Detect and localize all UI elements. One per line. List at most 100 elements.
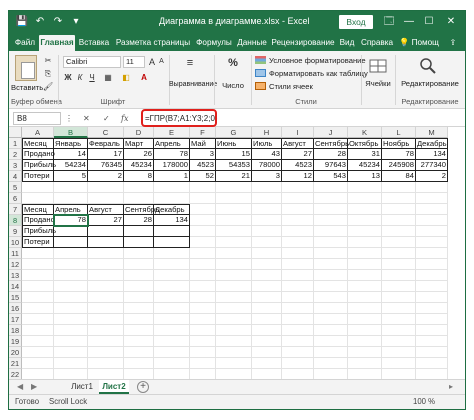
cell-g4[interactable]: 21 [216,171,252,182]
cell-e21[interactable] [154,358,190,369]
horizontal-scrollbar-arrow[interactable]: ▸ [449,382,453,391]
cell-c6[interactable] [88,193,124,204]
bold-icon[interactable]: Ж [63,72,73,84]
paste-icon[interactable] [15,55,37,81]
cell-a16[interactable] [22,303,54,314]
cell-i1[interactable]: Август [282,138,314,149]
cell-k18[interactable] [348,325,382,336]
select-all-corner[interactable] [9,127,22,138]
cell-d5[interactable] [124,182,154,193]
cell-a8[interactable]: Продано [22,215,55,226]
cell-d2[interactable]: 26 [124,149,154,160]
close-icon[interactable]: ✕ [443,14,459,30]
increase-font-icon[interactable]: A [147,56,157,68]
cell-j12[interactable] [314,259,348,270]
cell-j18[interactable] [314,325,348,336]
cell-b7[interactable]: Апрель [54,204,88,215]
cell-f15[interactable] [190,292,216,303]
row-header[interactable]: 20 [9,347,22,358]
cell-i21[interactable] [282,358,314,369]
cell-a9[interactable]: Прибыль [22,226,56,237]
cell-b21[interactable] [54,358,88,369]
tab-help[interactable]: Справка [359,35,395,51]
cell-c17[interactable] [88,314,124,325]
cell-d9[interactable] [124,226,154,237]
cell-h20[interactable] [252,347,282,358]
cell-f1[interactable]: Май [190,138,216,149]
cell-a10[interactable]: Потери [22,237,54,248]
cell-h5[interactable] [252,182,282,193]
cell-a5[interactable] [22,182,54,193]
cell-i11[interactable] [282,248,314,259]
cell-b8[interactable]: 78 [53,214,89,227]
cell-d7[interactable]: Сентябрь [124,204,159,215]
cell-i7[interactable] [282,204,314,215]
cell-k2[interactable]: 31 [348,149,382,160]
cell-m19[interactable] [416,336,448,347]
cell-d3[interactable]: 45234 [124,160,154,171]
cell-d10[interactable] [124,237,154,248]
ribbon-display-icon[interactable]: 🗔 [381,14,397,30]
cell-d6[interactable] [124,193,154,204]
cell-k10[interactable] [348,237,382,248]
cell-b5[interactable] [54,182,88,193]
cell-e18[interactable] [154,325,190,336]
cell-h3[interactable]: 78000 [252,160,282,171]
cell-k21[interactable] [348,358,382,369]
row-header[interactable]: 4 [9,171,22,182]
cell-j3[interactable]: 97643 [314,160,348,171]
row-header[interactable]: 19 [9,336,22,347]
confirm-icon[interactable]: ✓ [103,112,110,125]
cell-l12[interactable] [382,259,416,270]
cell-i8[interactable] [282,215,314,226]
cell-g2[interactable]: 15 [216,149,252,160]
row-header[interactable]: 10 [9,237,22,248]
cell-h9[interactable] [252,226,282,237]
row-header[interactable]: 21 [9,358,22,369]
format-painter-icon[interactable]: 🖌 [43,81,53,93]
row-header[interactable]: 7 [9,204,22,215]
cell-a19[interactable] [22,336,54,347]
cell-f18[interactable] [190,325,216,336]
row-header[interactable]: 11 [9,248,22,259]
cell-d20[interactable] [124,347,154,358]
redo-icon[interactable]: ↷ [51,15,65,29]
cell-g20[interactable] [216,347,252,358]
cell-l15[interactable] [382,292,416,303]
row-header[interactable]: 3 [9,160,22,171]
cell-f9[interactable] [190,226,216,237]
cell-j14[interactable] [314,281,348,292]
cell-m7[interactable] [416,204,448,215]
align-icon[interactable]: ≡ [177,57,203,69]
cell-m20[interactable] [416,347,448,358]
row-header[interactable]: 16 [9,303,22,314]
cell-j15[interactable] [314,292,348,303]
cell-f11[interactable] [190,248,216,259]
cell-d18[interactable] [124,325,154,336]
cell-f13[interactable] [190,270,216,281]
cell-i13[interactable] [282,270,314,281]
cell-j7[interactable] [314,204,348,215]
column-header-e[interactable]: E [154,127,190,138]
row-header[interactable]: 5 [9,182,22,193]
cell-m14[interactable] [416,281,448,292]
cell-h14[interactable] [252,281,282,292]
cell-g11[interactable] [216,248,252,259]
cell-m9[interactable] [416,226,448,237]
cell-g3[interactable]: 54353 [216,160,252,171]
cell-b12[interactable] [54,259,88,270]
cell-m13[interactable] [416,270,448,281]
cell-d12[interactable] [124,259,154,270]
column-header-d[interactable]: D [124,127,154,138]
cell-e8[interactable]: 134 [154,215,190,226]
cell-l19[interactable] [382,336,416,347]
cell-f3[interactable]: 4523 [190,160,216,171]
cell-b15[interactable] [54,292,88,303]
cell-j6[interactable] [314,193,348,204]
cell-m15[interactable] [416,292,448,303]
cell-f7[interactable] [190,204,216,215]
cell-g17[interactable] [216,314,252,325]
cell-i4[interactable]: 12 [282,171,314,182]
undo-icon[interactable]: ↶ [33,15,47,29]
cell-j8[interactable] [314,215,348,226]
